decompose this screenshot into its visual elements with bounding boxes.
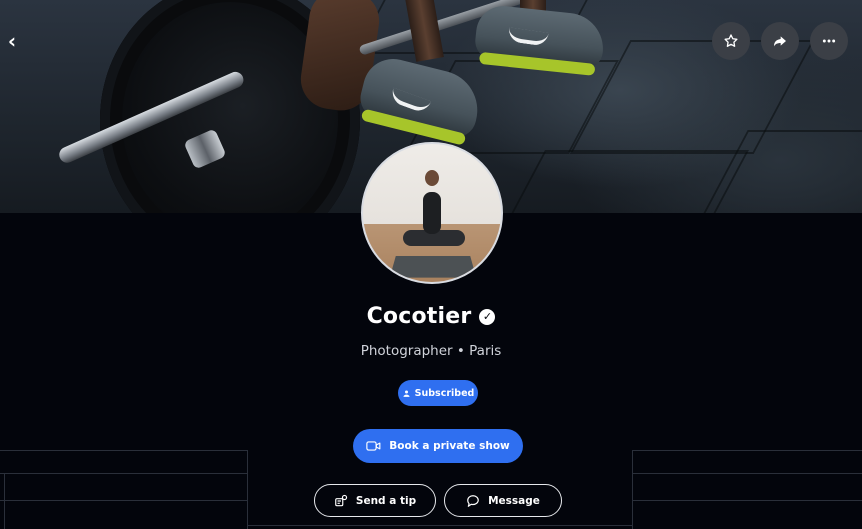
avatar[interactable] [361, 142, 503, 284]
message-button[interactable]: Message [444, 484, 562, 517]
user-check-icon [403, 390, 410, 397]
book-private-show-button[interactable]: Book a private show [353, 429, 523, 463]
divider [632, 450, 862, 451]
share-icon [774, 36, 786, 47]
book-label: Book a private show [389, 440, 510, 452]
divider [0, 473, 247, 474]
star-icon [724, 34, 738, 47]
subscribed-label: Subscribed [414, 387, 475, 399]
divider [632, 473, 862, 474]
profile-name: Cocotier [366, 304, 472, 329]
more-icon [822, 39, 836, 43]
message-label: Message [488, 494, 540, 507]
profile-name-row: Cocotier ✓ [0, 304, 862, 329]
divider [4, 474, 5, 529]
verified-badge-icon: ✓ [479, 308, 496, 325]
share-button[interactable] [761, 22, 799, 60]
tip-coin-icon [335, 494, 348, 506]
profile-subtitle: Photographer • Paris [360, 343, 502, 359]
divider [632, 450, 633, 529]
divider [632, 500, 862, 501]
video-camera-icon [366, 441, 381, 451]
divider [0, 500, 247, 501]
favorite-button[interactable] [712, 22, 750, 60]
send-tip-button[interactable]: Send a tip [314, 484, 436, 517]
divider [247, 450, 248, 529]
divider [247, 525, 632, 526]
tip-label: Send a tip [355, 494, 417, 507]
divider [0, 450, 247, 451]
back-chevron-icon[interactable]: ‹ [4, 29, 20, 53]
more-options-button[interactable] [810, 22, 848, 60]
subscribed-button[interactable]: Subscribed [398, 380, 478, 406]
chat-bubble-icon [467, 494, 479, 507]
